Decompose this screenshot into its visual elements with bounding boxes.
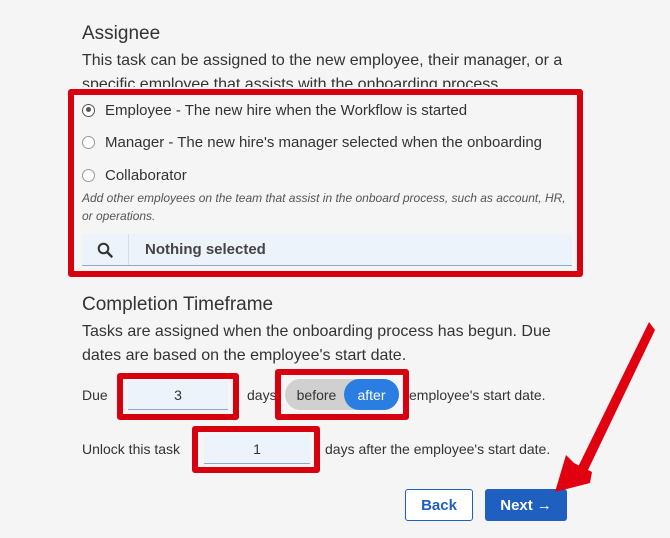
before-option[interactable]: before — [285, 379, 344, 410]
unlock-days-input[interactable] — [204, 435, 310, 464]
due-days-input[interactable] — [128, 381, 228, 410]
arrow-right-icon: → — [536, 496, 552, 514]
annotation-arrow-shaft — [578, 322, 655, 472]
days-label: days — [247, 387, 277, 403]
next-button-label: Next — [500, 496, 533, 514]
radio-employee[interactable]: Employee - The new hire when the Workflo… — [82, 98, 467, 122]
radio-manager[interactable]: Manager - The new hire's manager selecte… — [82, 130, 542, 154]
radio-collaborator-button[interactable] — [82, 168, 95, 182]
radio-employee-label: Employee - The new hire when the Workflo… — [105, 101, 468, 119]
radio-collaborator-label: Collaborator — [105, 166, 187, 184]
search-icon-container — [82, 234, 129, 265]
completion-description: Tasks are assigned when the onboarding p… — [82, 323, 551, 364]
assignee-description: This task can be assigned to the new emp… — [82, 52, 563, 87]
back-button[interactable]: Back — [405, 489, 473, 521]
collaborator-search-input[interactable]: Nothing selected — [82, 234, 572, 266]
radio-manager-button[interactable] — [82, 135, 95, 149]
next-button[interactable]: Next → — [485, 489, 567, 521]
completion-title: Completion Timeframe — [82, 294, 274, 315]
due-label: Due — [82, 387, 108, 403]
assignee-title: Assignee — [82, 23, 161, 44]
unlock-label: Unlock this task — [82, 441, 181, 457]
radio-employee-button[interactable] — [82, 103, 95, 117]
due-suffix: employee's start date. — [409, 387, 546, 403]
search-icon — [97, 242, 113, 258]
radio-collaborator[interactable]: Collaborator — [82, 163, 187, 187]
radio-manager-label: Manager - The new hire's manager selecte… — [105, 133, 543, 151]
unlock-suffix: days after the employee's start date. — [325, 441, 551, 457]
back-button-label: Back — [421, 496, 457, 514]
annotation-arrow-head — [555, 455, 592, 492]
before-after-toggle[interactable]: before after — [285, 379, 399, 410]
collaborator-selected-value: Nothing selected — [145, 241, 266, 258]
collaborator-hint: Add other employees on the team that ass… — [82, 191, 566, 223]
after-option[interactable]: after — [344, 379, 399, 410]
